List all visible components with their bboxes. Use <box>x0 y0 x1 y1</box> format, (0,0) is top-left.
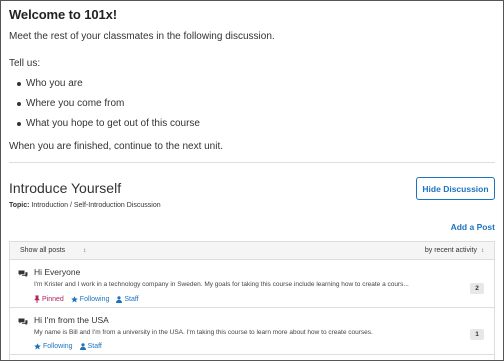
staff-label: Staff <box>124 295 139 303</box>
staff-label: Staff <box>87 343 102 350</box>
sort-label: by recent activity <box>424 247 477 254</box>
discussion-topic: Topic: Introduction / Self-Introduction … <box>9 202 161 209</box>
intro-lead: Meet the rest of your classmates in the … <box>9 31 275 42</box>
discussion-title: Introduce Yourself <box>9 180 122 196</box>
filter-label: Show all posts <box>20 247 66 254</box>
pin-icon <box>34 295 40 303</box>
thread-item[interactable]: Hi I'm from the USA My name is Bill and … <box>10 308 494 355</box>
star-icon <box>34 343 41 350</box>
pinned-badge: Pinned <box>34 295 64 303</box>
intro-list-item: Who you are <box>17 78 495 89</box>
following-badge[interactable]: Following <box>71 295 110 303</box>
course-intro: Welcome to 101x! Meet the rest of your c… <box>1 1 503 152</box>
intro-list-item: What you hope to get out of this course <box>17 118 495 129</box>
intro-finish: When you are finished, continue to the n… <box>9 141 224 152</box>
comment-count-badge: 1 <box>470 329 484 340</box>
thread-snippet: My name is Bill and I'm from a universit… <box>34 329 373 336</box>
thread-filter-bar: Show all posts ↕ by recent activity ↕ <box>10 242 494 260</box>
star-icon <box>71 295 78 303</box>
pinned-label: Pinned <box>42 295 64 303</box>
thread-title: Hi I'm from the USA <box>34 315 109 325</box>
topic-value: Introduction / Self-Introduction Discuss… <box>31 202 161 209</box>
thread-meta: Following Staff <box>34 343 484 350</box>
thread-list: Show all posts ↕ by recent activity ↕ Hi E… <box>9 241 495 360</box>
comment-count-badge: 2 <box>470 283 484 294</box>
thread-item[interactable]: Hi Everyone I'm Krister and I work in a … <box>10 260 494 308</box>
discussion-header: Introduce Yourself Topic: Introduction /… <box>1 163 503 221</box>
intro-list-item: Where you come from <box>17 98 495 109</box>
add-post-link[interactable]: Add a Post <box>451 222 495 232</box>
user-icon <box>79 343 86 350</box>
following-label: Following <box>79 295 110 303</box>
comments-icon <box>18 270 28 278</box>
filter-select[interactable]: Show all posts ↕ <box>20 247 86 254</box>
intro-list: Who you are Where you come from What you… <box>17 78 495 129</box>
hide-discussion-button[interactable]: Hide Discussion <box>416 177 495 200</box>
staff-badge: Staff <box>116 295 139 303</box>
thread-snippet: I'm Krister and I work in a technology c… <box>34 281 409 288</box>
following-badge[interactable]: Following <box>34 343 73 350</box>
staff-badge: Staff <box>79 343 102 350</box>
updown-caret-icon: ↕ <box>83 248 87 254</box>
user-icon <box>116 295 123 303</box>
updown-caret-icon: ↕ <box>481 248 484 254</box>
following-label: Following <box>43 343 73 350</box>
sort-select[interactable]: by recent activity ↕ <box>425 247 484 254</box>
comments-icon <box>18 318 28 326</box>
topic-label: Topic: <box>9 202 30 209</box>
thread-title: Hi Everyone <box>34 267 81 277</box>
thread-meta: Pinned Following Staff <box>34 295 484 303</box>
intro-heading: Welcome to 101x! <box>9 7 117 22</box>
intro-tell-us: Tell us: <box>9 58 41 69</box>
